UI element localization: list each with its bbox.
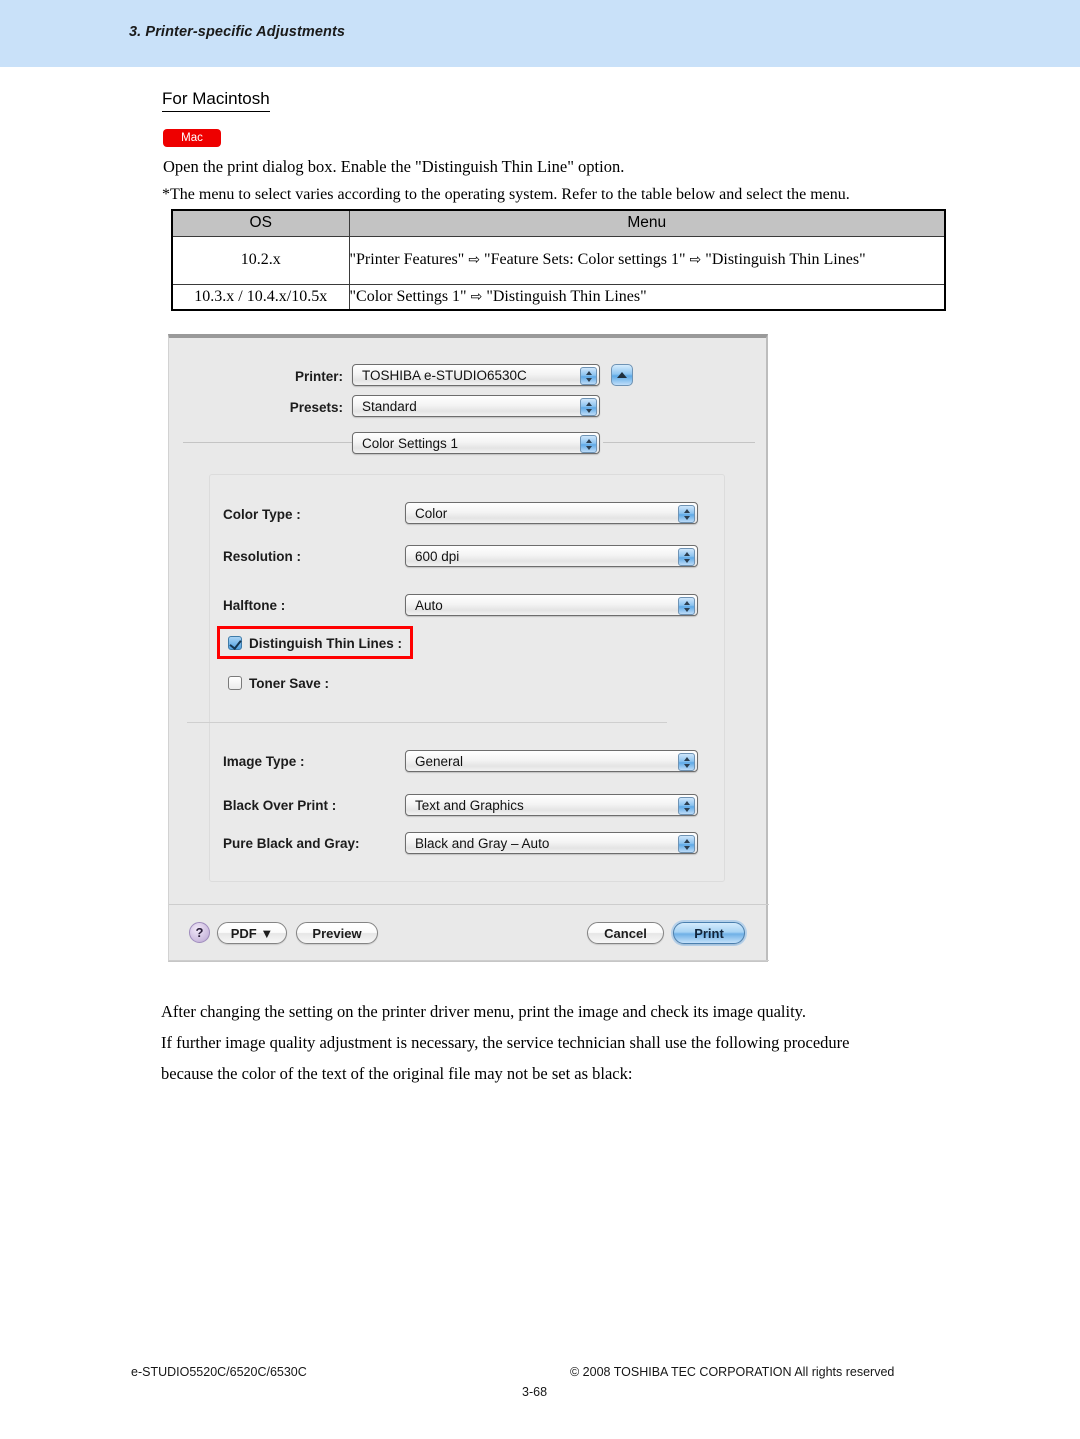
color-type-value: Color	[415, 506, 448, 521]
printer-select[interactable]: TOSHIBA e-STUDIO6530C	[352, 364, 600, 386]
pure-black-and-gray-label: Pure Black and Gray:	[223, 836, 360, 851]
mac-platform-badge: Mac	[163, 129, 221, 147]
cell-menu-path: "Printer Features" ⇨ "Feature Sets: Colo…	[348, 235, 946, 285]
arrow-right-icon: ⇨	[689, 252, 702, 269]
table-header-os: OS	[171, 209, 350, 237]
presets-label: Presets:	[289, 400, 343, 415]
pane-value: Color Settings 1	[362, 436, 459, 451]
cell-menu-path: "Color Settings 1" ⇨ "Distinguish Thin L…	[348, 283, 946, 311]
table-row: 10.3.x / 10.4.x/10.5x "Color Settings 1"…	[171, 283, 946, 311]
presets-select[interactable]: Standard	[352, 395, 600, 417]
halftone-label: Halftone :	[223, 598, 286, 613]
disclosure-up-button[interactable]	[611, 364, 633, 386]
image-type-select[interactable]: General	[405, 750, 698, 772]
note-menu-varies: *The menu to select varies according to …	[162, 186, 850, 203]
footer-copyright: © 2008 TOSHIBA TEC CORPORATION All right…	[570, 1365, 895, 1379]
presets-value: Standard	[362, 399, 417, 414]
stepper-icon[interactable]	[678, 597, 695, 615]
resolution-select[interactable]: 600 dpi	[405, 545, 698, 567]
stepper-icon[interactable]	[678, 505, 695, 523]
toner-save-checkbox[interactable]	[228, 676, 242, 690]
mac-print-dialog: Printer: TOSHIBA e-STUDIO6530C Presets: …	[168, 334, 769, 962]
footer-page-number: 3-68	[522, 1385, 548, 1399]
arrow-right-icon: ⇨	[468, 252, 481, 269]
stepper-icon[interactable]	[678, 548, 695, 566]
pdf-button[interactable]: PDF ▼	[217, 922, 287, 944]
menu-step-2: "Distinguish Thin Lines"	[486, 288, 647, 306]
pane-select[interactable]: Color Settings 1	[352, 432, 600, 454]
table-header-row: OS Menu	[171, 209, 946, 237]
distinguish-thin-lines-label: Distinguish Thin Lines :	[249, 636, 402, 651]
menu-step-3: "Distinguish Thin Lines"	[705, 251, 866, 269]
instruction-open-dialog: Open the print dialog box. Enable the "D…	[163, 157, 625, 176]
color-type-label: Color Type :	[223, 507, 301, 522]
stepper-icon[interactable]	[580, 435, 597, 453]
paragraph-because-color: because the color of the text of the ori…	[161, 1064, 633, 1083]
stepper-icon[interactable]	[580, 398, 597, 416]
stepper-icon[interactable]	[678, 753, 695, 771]
toner-save-label: Toner Save :	[249, 676, 330, 691]
halftone-value: Auto	[415, 598, 443, 613]
table-header-menu: Menu	[348, 209, 946, 237]
help-icon[interactable]: ?	[189, 922, 210, 943]
paragraph-further-adjustment: If further image quality adjustment is n…	[161, 1033, 850, 1052]
page-header-band: 3. Printer-specific Adjustments	[0, 0, 1080, 67]
bottom-edge-rule	[169, 960, 769, 961]
image-type-label: Image Type :	[223, 754, 305, 769]
pure-black-and-gray-value: Black and Gray – Auto	[415, 836, 550, 851]
image-type-value: General	[415, 754, 464, 769]
arrow-right-icon: ⇨	[470, 289, 483, 306]
cancel-button[interactable]: Cancel	[587, 922, 664, 944]
page-title: 3. Printer-specific Adjustments	[129, 24, 346, 40]
halftone-select[interactable]: Auto	[405, 594, 698, 616]
paragraph-after-change: After changing the setting on the printe…	[161, 1002, 806, 1021]
resolution-value: 600 dpi	[415, 549, 460, 564]
black-over-print-value: Text and Graphics	[415, 798, 524, 813]
bottom-separator	[169, 904, 769, 905]
group-divider	[187, 722, 667, 723]
stepper-icon[interactable]	[678, 797, 695, 815]
color-type-select[interactable]: Color	[405, 502, 698, 524]
black-over-print-select[interactable]: Text and Graphics	[405, 794, 698, 816]
cell-os-version: 10.2.x	[171, 235, 350, 285]
separator-left	[183, 442, 353, 443]
stepper-icon[interactable]	[580, 367, 597, 385]
black-over-print-label: Black Over Print :	[223, 798, 337, 813]
menu-step-1: "Color Settings 1"	[349, 288, 467, 306]
triangle-up-icon	[617, 372, 627, 378]
cell-os-version: 10.3.x / 10.4.x/10.5x	[171, 283, 350, 311]
section-heading: For Macintosh	[162, 89, 270, 112]
distinguish-thin-lines-checkbox[interactable]	[228, 636, 242, 650]
print-button[interactable]: Print	[673, 922, 745, 944]
os-menu-table: OS Menu 10.2.x "Printer Features" ⇨ "Fea…	[171, 209, 946, 311]
resolution-label: Resolution :	[223, 549, 301, 564]
separator-right	[603, 442, 755, 443]
menu-step-2: "Feature Sets: Color settings 1"	[484, 251, 686, 269]
printer-value: TOSHIBA e-STUDIO6530C	[362, 368, 527, 383]
preview-button[interactable]: Preview	[296, 922, 378, 944]
pure-black-and-gray-select[interactable]: Black and Gray – Auto	[405, 832, 698, 854]
printer-label: Printer:	[294, 369, 343, 384]
footer-model: e-STUDIO5520C/6520C/6530C	[131, 1365, 307, 1379]
table-row: 10.2.x "Printer Features" ⇨ "Feature Set…	[171, 235, 946, 285]
stepper-icon[interactable]	[678, 835, 695, 853]
menu-step-1: "Printer Features"	[349, 251, 465, 269]
